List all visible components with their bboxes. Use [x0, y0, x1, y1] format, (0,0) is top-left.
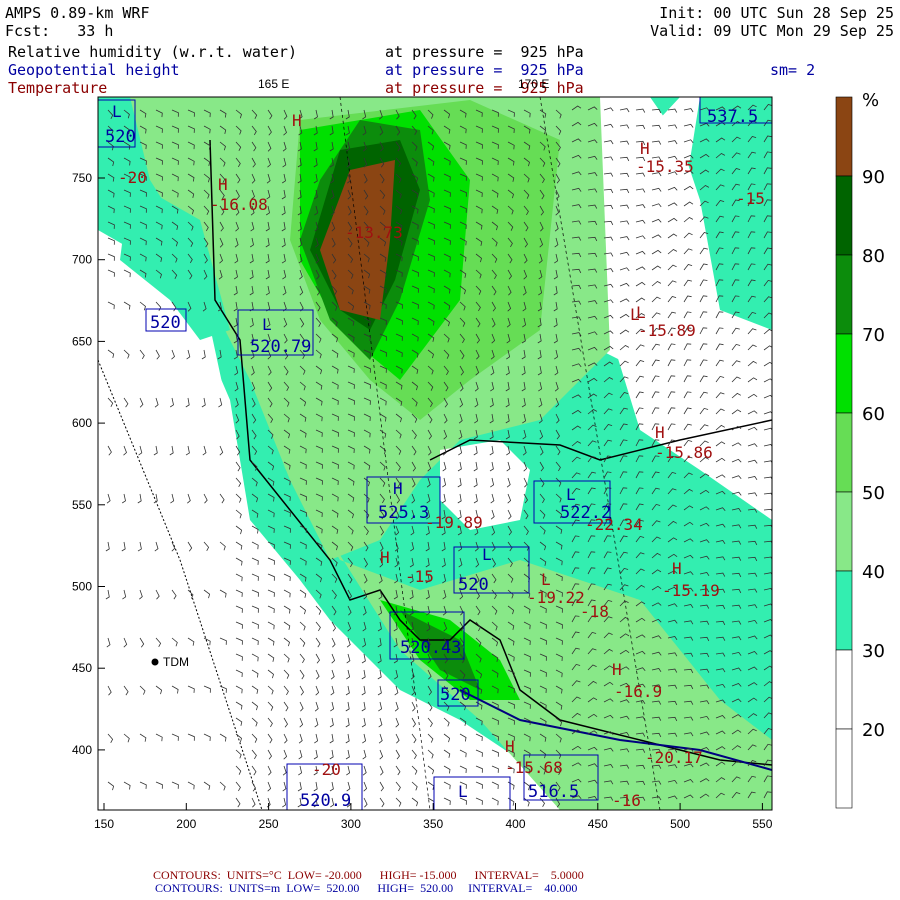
height-label: 520	[105, 127, 136, 147]
map-plot: 150 200 250 300 350 400 450 500 550 750 700 650 600 5…	[72, 90, 885, 831]
temperature-label: -16.08	[210, 195, 268, 214]
temperature-label: -19.89	[425, 513, 483, 532]
colorbar-bin	[835, 333, 853, 414]
height-label: 537.5	[707, 107, 758, 127]
temperature-label: -15.68	[505, 758, 563, 777]
colorbar-bin	[835, 649, 853, 730]
x-tick-label: 400	[505, 817, 525, 831]
y-tick-label: 400	[72, 743, 92, 757]
temperature-label: -15	[405, 567, 434, 586]
height-label: 516.5	[528, 782, 579, 802]
pressure-center-mark: H	[672, 559, 682, 578]
y-tick-label: 500	[72, 580, 92, 594]
x-tick-label: 500	[670, 817, 690, 831]
temperature-label: -20	[118, 168, 147, 187]
temperature-label: -15.86	[655, 443, 713, 462]
station-marker	[151, 658, 159, 666]
y-tick-label: 600	[72, 416, 92, 430]
colorbar-label: 20	[862, 720, 885, 741]
temperature-label: -20	[312, 760, 341, 779]
temperature-label: -15	[736, 189, 765, 208]
y-tick-label: 550	[72, 498, 92, 512]
y-tick-label: 750	[72, 171, 92, 185]
x-tick-label: 350	[423, 817, 443, 831]
colorbar-label: 40	[862, 562, 885, 583]
temperature-label: -15.35	[636, 157, 694, 176]
temperature-label: -16	[612, 791, 641, 810]
colorbar-unit: %	[862, 90, 879, 111]
colorbar-bin	[835, 491, 853, 572]
colorbar-label: 70	[862, 325, 885, 346]
x-tick-label: 300	[341, 817, 361, 831]
pressure-center-mark: L	[262, 315, 272, 334]
pressure-center-mark: H	[380, 548, 390, 567]
pressure-center-mark: H	[505, 737, 515, 756]
colorbar-label: 50	[862, 483, 885, 504]
height-label: 520.79	[250, 337, 311, 357]
height-label: 520	[440, 685, 471, 705]
y-tick-label: 650	[72, 334, 92, 348]
temperature-label: -16.9	[614, 682, 662, 701]
colorbar-bin	[835, 412, 853, 493]
pressure-center-mark: H	[612, 660, 622, 679]
height-label: 520	[458, 575, 489, 595]
colorbar-bin	[835, 175, 853, 256]
temperature-label: -13.73	[345, 223, 403, 242]
colorbar-bin	[835, 728, 853, 809]
height-contour-info: CONTOURS: UNITS=m LOW= 520.00 HIGH= 520.…	[155, 881, 578, 895]
height-label: 522.2	[560, 503, 611, 523]
colorbar-bin	[835, 254, 853, 335]
station-label: TDM	[163, 655, 189, 669]
pressure-center-mark: H	[655, 423, 665, 442]
temperature-label: -20.17	[645, 748, 703, 767]
colorbar-label: 30	[862, 641, 885, 662]
colorbar-label: 90	[862, 167, 885, 188]
y-tick-label: 450	[72, 661, 92, 675]
colorbar: 90 80 70 60 50 40 30 20	[835, 96, 885, 809]
pressure-center-mark: L	[630, 305, 640, 324]
height-label: 520.43	[400, 638, 461, 658]
x-tick-label: 450	[588, 817, 608, 831]
temperature-label: -15.19	[662, 581, 720, 600]
pressure-center-mark: L	[541, 570, 551, 589]
colorbar-label: 80	[862, 246, 885, 267]
y-tick-label: 700	[72, 253, 92, 267]
pressure-center-mark: L	[112, 102, 122, 121]
x-tick-label: 250	[259, 817, 279, 831]
temperature-label: -19.22	[527, 588, 585, 607]
temperature-label: -15.89	[638, 321, 696, 340]
x-tick-label: 200	[176, 817, 196, 831]
colorbar-bin	[835, 570, 853, 651]
height-label: 520	[150, 313, 181, 333]
temperature-label: -18	[580, 602, 609, 621]
x-tick-label: 150	[94, 817, 114, 831]
colorbar-label: 60	[862, 404, 885, 425]
height-label: 525.3	[378, 503, 429, 523]
pressure-center-mark: H	[292, 111, 302, 130]
colorbar-bin	[835, 96, 853, 177]
height-label: 520.9	[300, 791, 351, 811]
pressure-center-mark: L	[482, 545, 492, 564]
pressure-center-mark: L	[458, 782, 468, 801]
pressure-center-mark: H	[393, 479, 403, 498]
x-tick-label: 550	[752, 817, 772, 831]
pressure-center-mark: L	[566, 485, 576, 504]
pressure-center-mark: H	[218, 175, 228, 194]
pressure-center-mark: H	[640, 139, 650, 158]
